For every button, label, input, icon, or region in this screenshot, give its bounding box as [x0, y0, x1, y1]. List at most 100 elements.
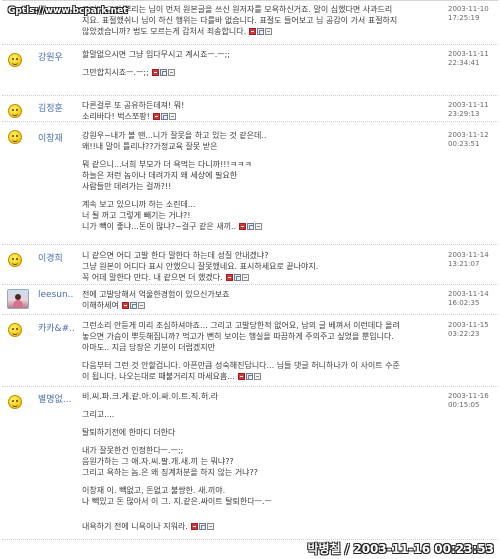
comment-board: 그런데 그건 뿌리는 님이 먼저 원본글을 쓰신 원저자를 모욕하신거죠. 말이… [2, 0, 498, 540]
comment-line: 니가 빽이 좋냐...돈이 많냐?~걸구 같은 새끼.. [82, 221, 440, 232]
comment-time: 00:15:05 [448, 401, 480, 409]
comment-timestamp: 2003-11-15 03:22:23 [448, 321, 498, 339]
watermark: Gptls://www.bcpark.net [8, 6, 128, 16]
comment-line [82, 438, 440, 445]
comment-author[interactable]: 별명없... [38, 392, 71, 405]
reply-icon[interactable] [167, 69, 175, 76]
smiley-icon [8, 53, 22, 67]
comment-line: 그리고.... [82, 410, 115, 419]
comment-timestamp: 2003-11-14 13:21:07 [448, 251, 498, 269]
comment-line: 아마도.. 지금 당장은 기분이 더럽겠지만 [82, 343, 216, 352]
delete-icon[interactable] [152, 113, 160, 120]
comment-line: 이 됩니다. 나오는대로 때불거리지 마세요흠... [82, 371, 440, 382]
comment-line: 니 같으면 어디 고발 한다 말한다 하는데 성질 안내겠냐? [82, 251, 269, 260]
comment-row: 김정훈 다른걸루 또 공유하든데져! 뭐! 소리바다! 벅스쪼팡! 2003-11-1… [2, 96, 498, 122]
comment-author[interactable]: 카카&#.. [38, 321, 75, 334]
comment-author[interactable]: leesun.. [38, 290, 73, 300]
comment-time: 03:22:23 [448, 330, 480, 338]
delete-icon[interactable] [190, 523, 198, 530]
edit-icon[interactable] [257, 28, 265, 35]
comment-line [82, 353, 440, 360]
reply-icon[interactable] [255, 223, 263, 230]
edit-icon[interactable] [245, 373, 253, 380]
edit-icon[interactable] [160, 113, 168, 120]
comment-line: 사람들만 데려가는 걸까?!! [82, 182, 172, 191]
delete-icon[interactable] [225, 274, 233, 281]
comment-date: 2003-11-14 [448, 251, 489, 259]
comment-line: 왜!!내 말이 틀리냐??가정교육 잘못 받은 [82, 142, 218, 151]
comment-line [82, 402, 440, 409]
edit-icon[interactable] [129, 302, 137, 309]
comment-date: 2003-11-11 [448, 101, 489, 109]
comment-time: 00:23:51 [448, 140, 480, 148]
edit-icon[interactable] [247, 223, 255, 230]
comment-line: 그런데 그건 뿌리는 님이 먼저 원본글을 쓰신 원저자를 모욕하신거죠. 말이… [82, 5, 393, 14]
comment-line: 뭐 같으니...너희 부모가 더 욕먹는 다니까!!!ㅋㅋㅋ [82, 160, 252, 169]
comment-author[interactable]: 김정훈 [38, 101, 63, 114]
comment-line: 이해하세여 [82, 300, 440, 311]
edit-icon[interactable] [233, 274, 241, 281]
reply-icon[interactable] [168, 113, 176, 120]
comment-body: 전에 고발당해서 억울한경험이 있으신가보죠 이해하세여 [82, 289, 440, 311]
comment-body: 그런소리 안듣게 미리 조심하셔야죠... 그리고 고발당한적 없어요, 남의 … [82, 320, 440, 382]
comment-author[interactable]: 이창재 [38, 131, 63, 144]
comment-line: 전에 고발당해서 억울한경험이 있으신가보죠 [82, 290, 230, 299]
comment-actions [249, 26, 273, 37]
comment-line: 탈퇴하기전에 한마디 더한다 [82, 428, 176, 437]
comment-line: 그냥 원본이 어디다 표시 안했으니 잘못했네요. 표시하세요로 끝나야지. [82, 262, 319, 271]
comment-author[interactable]: 강원우 [38, 50, 63, 63]
delete-icon[interactable] [121, 302, 129, 309]
comment-line: 음원가하는 그 애.자.씨.팔.개.새.끼 는 뭐냐?? [82, 457, 234, 466]
comment-line: 계속 보고 있으니까 하는 소린데... [82, 200, 196, 209]
comment-actions [225, 272, 250, 283]
smiley-icon [8, 395, 22, 409]
comment-line: 그런소리 안듣게 미리 조심하셔야죠... 그리고 고발당한적 없어요, 남의 … [82, 321, 400, 330]
comment-line: 소리바다! 벅스쪼팡! [82, 111, 440, 122]
comment-actions [190, 521, 215, 532]
comment-line: 내욕하기 전에 니욕이나 지워라. [82, 521, 440, 532]
comment-line [82, 152, 440, 159]
reply-icon[interactable] [241, 274, 249, 281]
delete-icon[interactable] [151, 69, 159, 76]
comment-date: 2003-11-16 [448, 392, 489, 400]
reply-icon[interactable] [265, 28, 273, 35]
delete-icon[interactable] [237, 373, 245, 380]
comment-line: 않았겠습니까? 법도 모르는게 갑처서 죄송합니다. [82, 26, 440, 37]
comment-body: 비.씨.파.크.게.같.아.이.싸.이.트.직.허.라그리고.... 탈퇴하기전에… [82, 391, 440, 532]
user-photo [7, 289, 29, 309]
comment-actions [151, 67, 176, 78]
comment-body: 다른걸루 또 공유하든데져! 뭐! 소리바다! 벅스쪼팡! [82, 100, 440, 122]
comment-line: 다음부터 그런 것 안할겁니다. 아픈만큼 성숙해진답니다... 님들 댓글 허… [82, 361, 400, 370]
comment-time: 16:02:35 [448, 299, 480, 307]
comment-line: 너 될 꺼고 그렇게 빼기는 거냐?! [82, 211, 191, 220]
comment-line [82, 507, 440, 514]
comment-timestamp: 2003-11-10 17:25:19 [448, 5, 498, 23]
smiley-icon [8, 253, 22, 267]
edit-icon[interactable] [159, 69, 167, 76]
edit-icon[interactable] [198, 523, 206, 530]
comment-time: 22:34:41 [448, 59, 480, 67]
comment-line [82, 478, 440, 485]
smiley-icon [8, 323, 22, 337]
comment-line: 꼭 어데 말한다 만다. 내 같으면 더 했겠다. [82, 272, 440, 283]
delete-icon[interactable] [239, 223, 247, 230]
comment-row: 강원우 할말없으시면 그냥 입다무시고 계시죠ㅡ.ㅡ;; 그만합치시죠ㅡ.ㅡ;; 20… [2, 45, 498, 96]
comment-line: 강원우~내가 볼 땐...니가 잘못을 하고 있는 것 같은데.. [82, 131, 267, 140]
comment-timestamp: 2003-11-11 22:34:41 [448, 50, 498, 68]
comment-line: 비.씨.파.크.게.같.아.이.싸.이.트.직.허.라 [82, 392, 219, 401]
comment-line [82, 420, 440, 427]
signature: 박병철 / 2003-11-16 00:23:53 [307, 542, 495, 556]
comment-line: 이창재 이. 빽없고, 돈없고 불쌍한. 새.끼야. [82, 486, 226, 495]
comment-row: 카카&#.. 그런소리 안듣게 미리 조심하셔야죠... 그리고 고발당한적 없어… [2, 315, 498, 387]
comment-line [82, 60, 440, 67]
comment-line: 다른걸루 또 공유하든데져! 뭐! [82, 101, 185, 110]
comment-line: 할말없으시면 그냥 입다무시고 계시죠ㅡ.ㅡ;; [82, 50, 231, 59]
reply-icon[interactable] [206, 523, 214, 530]
reply-icon[interactable] [253, 373, 261, 380]
comment-row: 별명없... 비.씨.파.크.게.같.아.이.싸.이.트.직.허.라그리고....… [2, 387, 498, 540]
comment-date: 2003-11-12 [448, 131, 489, 139]
reply-icon[interactable] [137, 302, 145, 309]
comment-date: 2003-11-10 [448, 5, 489, 13]
delete-icon[interactable] [249, 28, 257, 35]
comment-author[interactable]: 이경희 [38, 251, 63, 264]
